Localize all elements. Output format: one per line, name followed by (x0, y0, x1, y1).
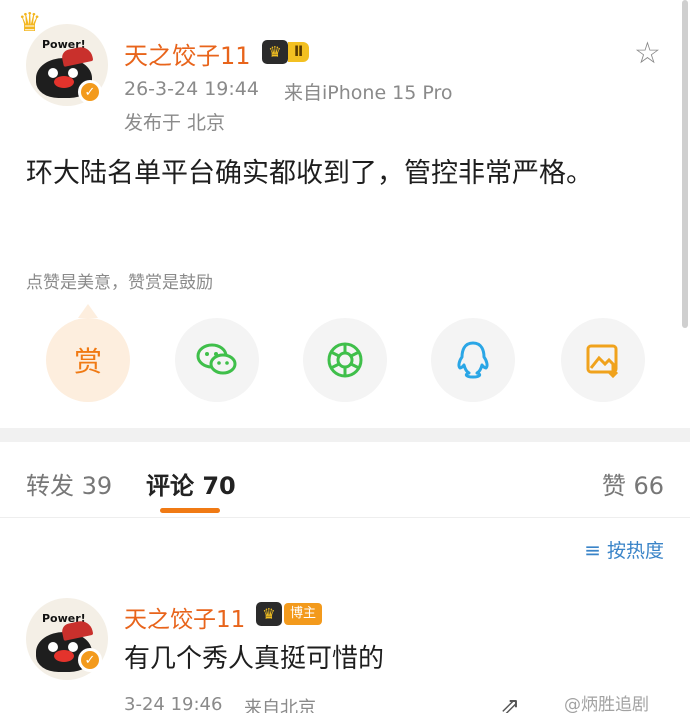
section-divider (0, 428, 690, 442)
sort-label: 按热度 (606, 540, 664, 562)
crown-icon: ♛ (262, 40, 288, 64)
verified-icon: ✓ (78, 80, 102, 104)
crown-icon: ♛ (256, 602, 282, 626)
share-row: 赏 (0, 318, 690, 402)
comment-timestamp: 3-24 19:46 (124, 694, 223, 713)
level-badge[interactable]: ♛ Ⅱ (262, 40, 310, 64)
commenter-name[interactable]: 天之饺子11 (124, 600, 245, 634)
qq-icon (457, 341, 489, 379)
moments-share-button[interactable] (303, 318, 387, 402)
wechat-icon (196, 343, 237, 375)
tab-likes[interactable]: 赞 66 (602, 466, 664, 501)
comment-source: 来自北京 (244, 698, 316, 713)
post-timestamp: 26-3-24 19:44 (124, 78, 259, 100)
watermark: @炳胜追剧 (564, 695, 649, 713)
post-tabs: 转发 39 评论 70 赞 66 (0, 442, 690, 518)
comment-text: 有几个秀人真挺可惜的 (124, 644, 385, 674)
moments-icon (327, 342, 363, 378)
author-name[interactable]: 天之饺子11 (124, 36, 251, 71)
weibo-post: Power! ♛ ✓ 天之饺子11 ♛ Ⅱ 26-3-24 19:44 来自iP… (0, 0, 690, 428)
reward-pointer (78, 304, 98, 318)
wechat-share-button[interactable] (175, 318, 259, 402)
tab-repost[interactable]: 转发 39 (26, 466, 112, 501)
save-image-icon (586, 344, 619, 379)
blogger-badge: 博主 (284, 603, 323, 625)
scrollbar[interactable] (682, 0, 688, 328)
sort-by-hot-button[interactable]: ≡ 按热度 (584, 536, 664, 563)
post-source: 来自iPhone 15 Pro (284, 82, 453, 104)
qq-share-button[interactable] (431, 318, 515, 402)
favorite-star-icon[interactable]: ☆ (634, 36, 661, 71)
post-location: 发布于 北京 (124, 112, 226, 134)
active-tab-indicator (160, 508, 220, 513)
verified-icon: ✓ (78, 648, 102, 672)
tab-comments[interactable]: 评论 70 (146, 466, 236, 501)
share-comment-icon[interactable]: ⇗ (500, 692, 520, 713)
save-image-button[interactable] (561, 318, 645, 402)
reward-button[interactable]: 赏 (46, 318, 130, 402)
crown-icon: ♛ (18, 8, 42, 38)
sort-icon: ≡ (584, 537, 601, 562)
commenter-level-badge: ♛ (256, 602, 282, 626)
post-content: 环大陆名单平台确实都收到了，管控非常严格。 (26, 158, 593, 189)
reward-hint: 点赞是美意，赞赏是鼓励 (26, 273, 213, 293)
